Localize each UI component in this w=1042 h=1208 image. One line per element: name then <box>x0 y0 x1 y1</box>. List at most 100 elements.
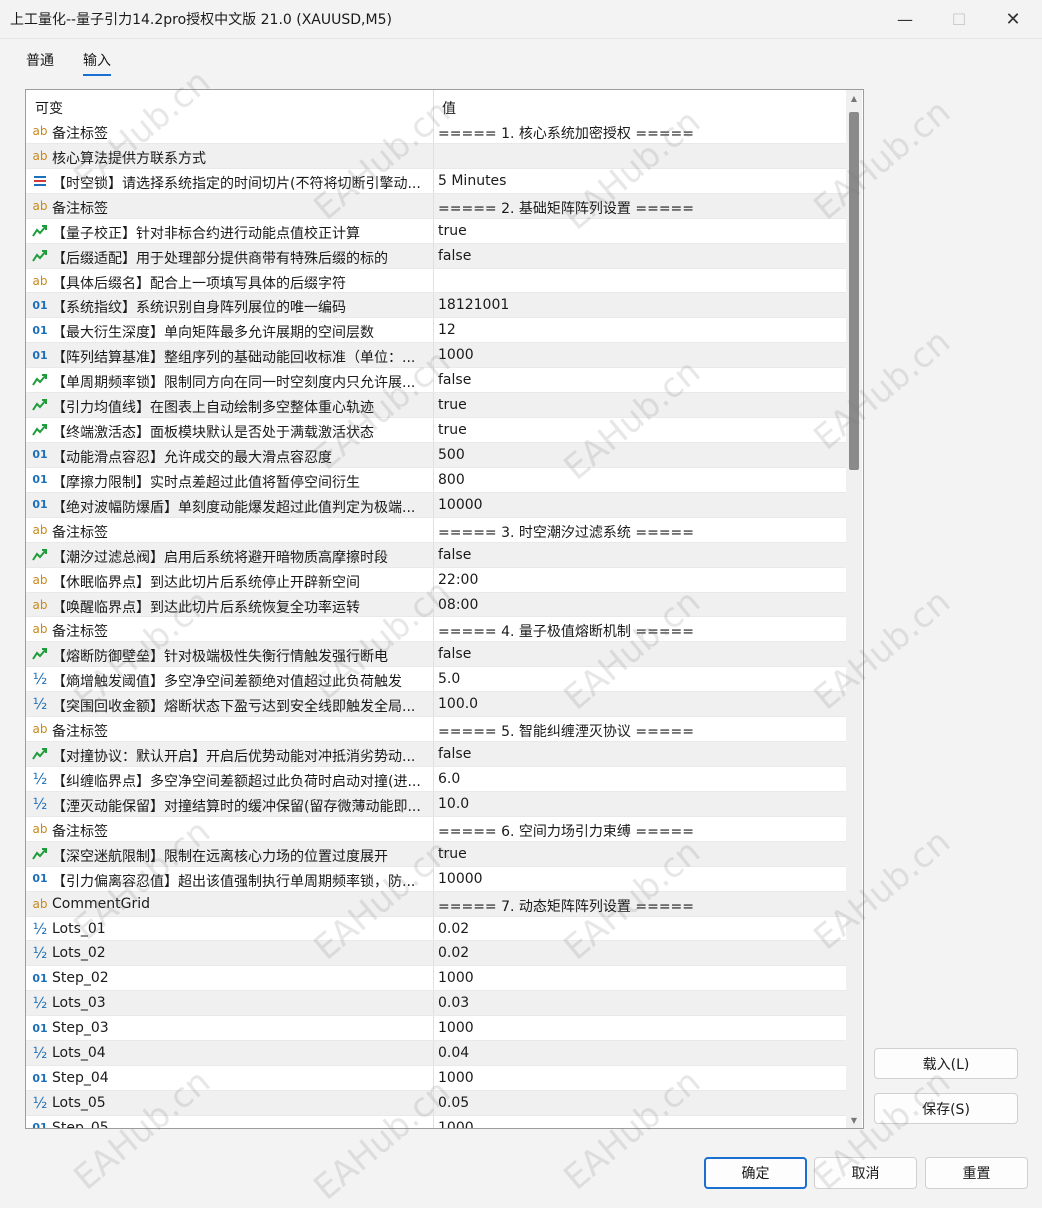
maximize-button[interactable]: ☐ <box>936 0 982 38</box>
vertical-scrollbar[interactable]: ▲ ▼ <box>846 90 862 1128</box>
table-row[interactable]: 01 Step_05 1000 <box>26 1115 846 1128</box>
table-row[interactable]: 【时空锁】请选择系统指定的时间切片(不符将切断引擎动... 5 Minutes <box>26 168 846 194</box>
value-cell[interactable]: 0.02 <box>438 921 838 937</box>
value-cell[interactable]: false <box>438 372 838 388</box>
column-header-value[interactable]: 值 <box>442 98 456 118</box>
table-row[interactable]: 01 Step_02 1000 <box>26 966 846 992</box>
value-cell[interactable]: true <box>438 422 838 438</box>
value-cell[interactable]: 1000 <box>438 1070 838 1086</box>
column-divider[interactable] <box>433 90 434 119</box>
table-row[interactable]: 01 【引力偏离容忍值】超出该值强制执行单周期频率锁，防... 10000 <box>26 866 846 892</box>
table-row[interactable]: ½ 【纠缠临界点】多空净空间差额超过此负荷时启动对撞(进... 6.0 <box>26 766 846 792</box>
table-row[interactable]: ab CommentGrid ===== 7. 动态矩阵阵列设置 ===== <box>26 891 846 917</box>
table-row[interactable]: ab 备注标签 ===== 1. 核心系统加密授权 ===== <box>26 119 846 144</box>
tab-inputs[interactable]: 输入 <box>83 50 111 76</box>
variable-name-cell: 核心算法提供方联系方式 <box>52 150 206 167</box>
table-row[interactable]: ab 备注标签 ===== 6. 空间力场引力束缚 ===== <box>26 816 846 842</box>
table-row[interactable]: ab 核心算法提供方联系方式 <box>26 143 846 169</box>
value-cell[interactable]: 5 Minutes <box>438 173 838 189</box>
table-row[interactable]: ½ Lots_05 0.05 <box>26 1090 846 1116</box>
table-row[interactable]: ½ 【熵增触发阈值】多空净空间差额绝对值超过此负荷触发 5.0 <box>26 667 846 693</box>
value-cell[interactable]: ===== 4. 量子极值熔断机制 ===== <box>438 621 838 641</box>
value-cell[interactable]: 18121001 <box>438 297 838 313</box>
value-cell[interactable]: 0.02 <box>438 945 838 961</box>
table-row[interactable]: ½ Lots_01 0.02 <box>26 916 846 942</box>
value-cell[interactable]: false <box>438 547 838 563</box>
table-row[interactable]: 【对撞协议：默认开启】开启后优势动能对冲抵消劣势动... false <box>26 742 846 767</box>
value-cell[interactable]: false <box>438 646 838 662</box>
column-header-variable[interactable]: 可变 <box>35 98 63 118</box>
close-button[interactable]: ✕ <box>990 0 1036 38</box>
value-cell[interactable]: true <box>438 397 838 413</box>
value-cell[interactable]: 0.05 <box>438 1095 838 1111</box>
value-cell[interactable]: 1000 <box>438 347 838 363</box>
table-row[interactable]: 【引力均值线】在图表上自动绘制多空整体重心轨迹 true <box>26 393 846 419</box>
value-cell[interactable]: 500 <box>438 447 838 463</box>
table-row[interactable]: 【深空迷航限制】限制在远离核心力场的位置过度展开 true <box>26 841 846 867</box>
value-cell[interactable]: 08:00 <box>438 597 838 613</box>
table-row[interactable]: 01 【最大衍生深度】单向矩阵最多允许展期的空间层数 12 <box>26 318 846 344</box>
table-row[interactable]: 01 Step_04 1000 <box>26 1066 846 1091</box>
ok-button[interactable]: 确定 <box>704 1157 807 1189</box>
table-row[interactable]: ab 【具体后缀名】配合上一项填写具体的后缀字符 <box>26 268 846 294</box>
tab-common[interactable]: 普通 <box>26 50 54 70</box>
table-row[interactable]: 【终端激活态】面板模块默认是否处于满载激活状态 true <box>26 418 846 443</box>
table-row[interactable]: ½ Lots_03 0.03 <box>26 991 846 1017</box>
table-row[interactable]: 【潮汐过滤总阀】启用后系统将避开暗物质高摩擦时段 false <box>26 542 846 568</box>
value-cell[interactable]: false <box>438 746 838 762</box>
value-cell[interactable]: ===== 3. 时空潮汐过滤系统 ===== <box>438 522 838 542</box>
value-cell[interactable]: 1000 <box>438 1120 838 1128</box>
table-row[interactable]: 01 【摩擦力限制】实时点差超过此值将暂停空间衍生 800 <box>26 467 846 493</box>
value-cell[interactable]: ===== 2. 基础矩阵阵列设置 ===== <box>438 198 838 218</box>
scroll-down-arrow-icon[interactable]: ▼ <box>846 1112 862 1128</box>
value-cell[interactable]: 10.0 <box>438 796 838 812</box>
table-row[interactable]: 【量子校正】针对非标合约进行动能点值校正计算 true <box>26 218 846 244</box>
table-row[interactable]: 【单周期频率锁】限制同方向在同一时空刻度内只允许展... false <box>26 368 846 394</box>
column-divider <box>433 567 434 592</box>
value-cell[interactable]: 10000 <box>438 871 838 887</box>
table-row[interactable]: ½ Lots_04 0.04 <box>26 1041 846 1067</box>
value-cell[interactable]: 1000 <box>438 970 838 986</box>
value-cell[interactable]: 5.0 <box>438 671 838 687</box>
save-button[interactable]: 保存(S) <box>874 1093 1018 1124</box>
value-cell[interactable]: true <box>438 223 838 239</box>
table-row[interactable]: ab 备注标签 ===== 3. 时空潮汐过滤系统 ===== <box>26 517 846 543</box>
table-row[interactable]: 01 【绝对波幅防爆盾】单刻度动能爆发超过此值判定为极端... 10000 <box>26 492 846 518</box>
table-row[interactable]: ab 备注标签 ===== 2. 基础矩阵阵列设置 ===== <box>26 193 846 219</box>
value-cell[interactable]: 800 <box>438 472 838 488</box>
string-type-icon: ab <box>32 821 48 836</box>
value-cell[interactable]: ===== 5. 智能纠缠湮灭协议 ===== <box>438 721 838 741</box>
cancel-button[interactable]: 取消 <box>814 1157 917 1189</box>
table-row[interactable]: ½ Lots_02 0.02 <box>26 941 846 967</box>
scrollbar-thumb[interactable] <box>849 112 859 470</box>
value-cell[interactable]: 12 <box>438 322 838 338</box>
value-cell[interactable]: 100.0 <box>438 696 838 712</box>
value-cell[interactable]: ===== 7. 动态矩阵阵列设置 ===== <box>438 896 838 916</box>
load-button[interactable]: 载入(L) <box>874 1048 1018 1079</box>
value-cell[interactable]: 1000 <box>438 1020 838 1036</box>
value-cell[interactable]: 0.04 <box>438 1045 838 1061</box>
table-row[interactable]: 01 【阵列结算基准】整组序列的基础动能回收标准（单位：... 1000 <box>26 343 846 369</box>
table-row[interactable]: 01 Step_03 1000 <box>26 1016 846 1042</box>
table-row[interactable]: ½ 【突围回收金额】熔断状态下盈亏达到安全线即触发全局... 100.0 <box>26 692 846 718</box>
value-cell[interactable]: 6.0 <box>438 771 838 787</box>
table-row[interactable]: ab 备注标签 ===== 4. 量子极值熔断机制 ===== <box>26 617 846 643</box>
value-cell[interactable]: ===== 1. 核心系统加密授权 ===== <box>438 123 838 143</box>
value-cell[interactable]: 0.03 <box>438 995 838 1011</box>
table-row[interactable]: ½ 【湮灭动能保留】对撞结算时的缓冲保留(留存微薄动能即... 10.0 <box>26 791 846 817</box>
table-row[interactable]: ab 备注标签 ===== 5. 智能纠缠湮灭协议 ===== <box>26 717 846 743</box>
value-cell[interactable]: 10000 <box>438 497 838 513</box>
scroll-up-arrow-icon[interactable]: ▲ <box>846 90 862 106</box>
value-cell[interactable]: true <box>438 846 838 862</box>
table-row[interactable]: 01 【动能滑点容忍】允许成交的最大滑点容忍度 500 <box>26 442 846 468</box>
value-cell[interactable]: ===== 6. 空间力场引力束缚 ===== <box>438 821 838 841</box>
table-row[interactable]: ab 【休眠临界点】到达此切片后系统停止开辟新空间 22:00 <box>26 567 846 593</box>
value-cell[interactable]: false <box>438 248 838 264</box>
table-row[interactable]: 01 【系统指纹】系统识别自身阵列展位的唯一编码 18121001 <box>26 293 846 319</box>
table-row[interactable]: 【熔断防御壁垒】针对极端极性失衡行情触发强行断电 false <box>26 642 846 668</box>
table-row[interactable]: 【后缀适配】用于处理部分提供商带有特殊后缀的标的 false <box>26 243 846 269</box>
table-row[interactable]: ab 【唤醒临界点】到达此切片后系统恢复全功率运转 08:00 <box>26 592 846 618</box>
value-cell[interactable]: 22:00 <box>438 572 838 588</box>
reset-button[interactable]: 重置 <box>925 1157 1028 1189</box>
minimize-button[interactable]: — <box>882 0 928 38</box>
